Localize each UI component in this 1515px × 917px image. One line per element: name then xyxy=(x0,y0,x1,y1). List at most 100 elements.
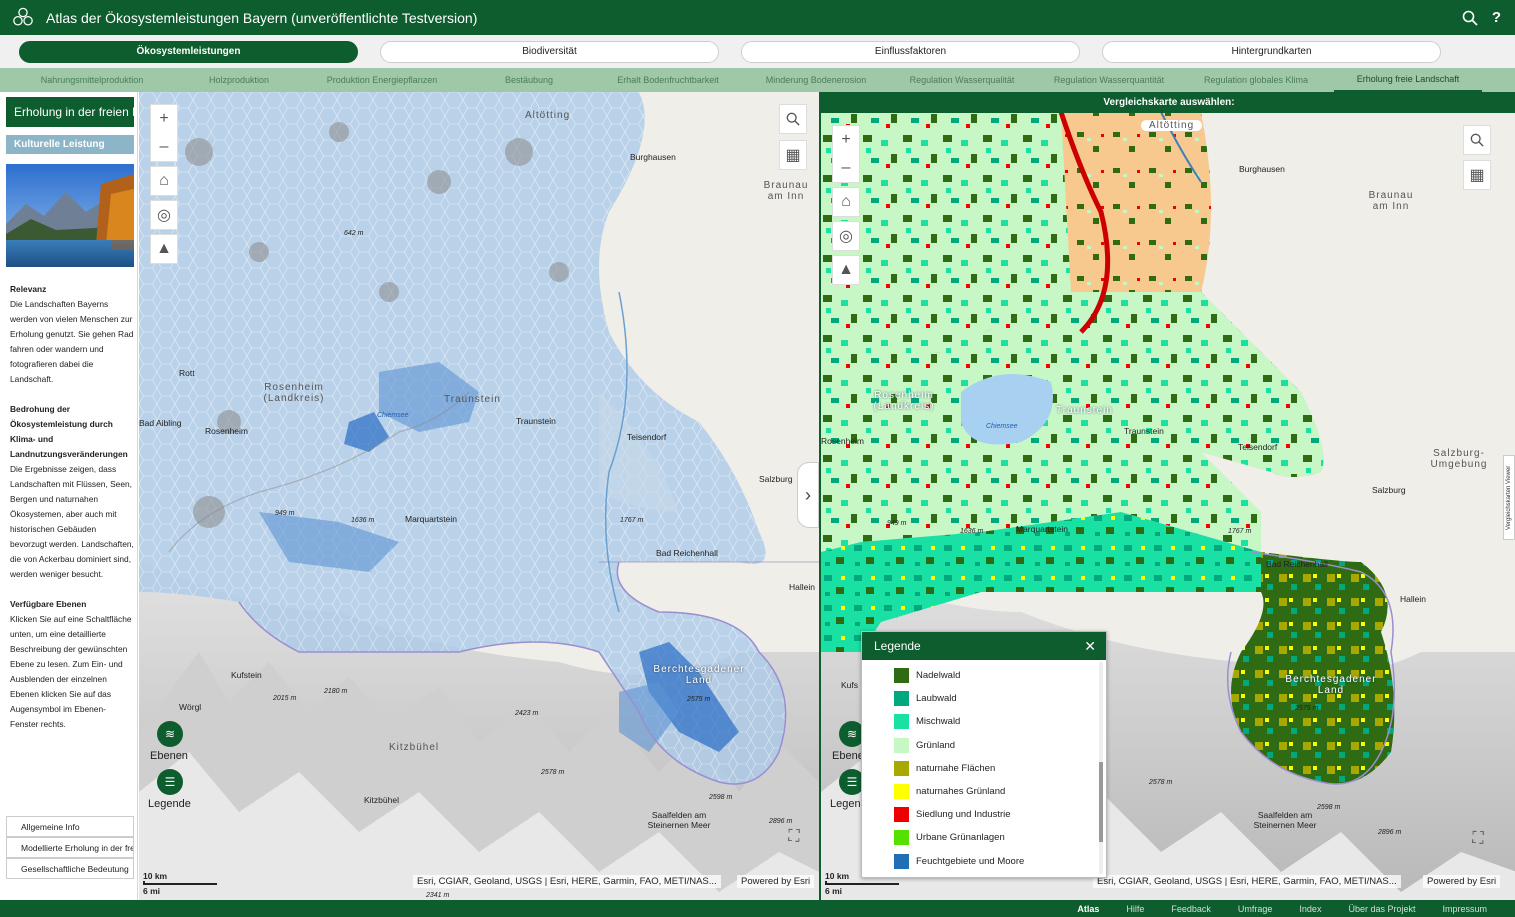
legend-item: Nadelwald xyxy=(862,664,1106,687)
r-scale-mi: 6 mi xyxy=(825,886,843,896)
relevance-heading: Relevanz xyxy=(10,284,47,294)
fullscreen-icon[interactable]: ⛶ xyxy=(782,825,806,849)
legend-item: naturnahe Flächen xyxy=(862,757,1106,780)
subtab-wasserqualitaet[interactable]: Regulation Wasserqualität xyxy=(884,68,1040,92)
legend-scroll-thumb[interactable] xyxy=(1099,762,1103,842)
threat-text: Die Ergebnisse zeigen, dass Landschaften… xyxy=(10,464,134,579)
footer-index[interactable]: Index xyxy=(1299,904,1321,914)
compare-viewer-handle[interactable]: Vergleichskarten Viewer xyxy=(1503,455,1515,540)
subtab-bestaeubung[interactable]: Bestäubung xyxy=(470,68,588,92)
elev-642: 642 m xyxy=(344,230,364,237)
r-place-marquartstein: Marquartstein xyxy=(1016,524,1068,534)
link-allgemeine-info[interactable]: Allgemeine Info xyxy=(6,816,134,837)
place-chiemsee: Chiemsee xyxy=(377,412,409,419)
r-layers-label: Ebene xyxy=(832,750,864,762)
split-toggle-button[interactable]: › xyxy=(797,462,819,528)
r-home-icon[interactable]: ⌂ xyxy=(832,188,860,216)
home-icon[interactable]: ⌂ xyxy=(150,167,178,195)
footer-hilfe[interactable]: Hilfe xyxy=(1126,904,1144,914)
r-zoom-out-icon[interactable]: – xyxy=(832,154,860,182)
layers-label: Ebenen xyxy=(150,750,188,762)
tab-oekosystemleistungen[interactable]: Ökosystemleistungen xyxy=(19,40,358,63)
left-map-canvas xyxy=(139,92,819,900)
place-saalfelden: Saalfelden am Steinernen Meer xyxy=(647,810,711,830)
legend-button[interactable]: ☰ xyxy=(157,769,183,795)
place-rosenheim-landkreis: Rosenheim (Landkreis) xyxy=(263,382,325,404)
legend-item-label: Siedlung und Industrie xyxy=(916,809,1011,821)
app-header: Atlas der Ökosystemleistungen Bayern (un… xyxy=(0,0,1515,35)
r-fullscreen-icon[interactable]: ⛶ xyxy=(1466,827,1490,851)
subtab-wasserquantitaet[interactable]: Regulation Wasserquantität xyxy=(1040,68,1178,92)
place-kitzbuehel: Kitzbühel xyxy=(364,795,399,805)
footer-impressum[interactable]: Impressum xyxy=(1442,904,1487,914)
search-icon[interactable] xyxy=(1462,10,1478,26)
r-place-salzburg: Salzburg xyxy=(1372,485,1406,495)
place-salzburg: Salzburg xyxy=(759,474,793,484)
r-place-altoetting: Altötting xyxy=(1141,120,1203,131)
place-traunstein: Traunstein xyxy=(516,416,556,426)
map-search-icon[interactable] xyxy=(779,105,807,133)
legend-item-label: Urbane Grünanlagen xyxy=(916,832,1005,844)
r-search-control xyxy=(1463,125,1491,155)
r-layers-icon: ≋ xyxy=(846,727,858,741)
elev-2575: 2575 m xyxy=(687,696,711,703)
r-place-kufstein: Kufs xyxy=(841,680,859,690)
r-place-landkreis: Rosenheim (Landkreis) xyxy=(873,390,935,412)
landscape-photo xyxy=(6,164,134,267)
footer-feedback[interactable]: Feedback xyxy=(1171,904,1211,914)
subtab-bodenerosion[interactable]: Minderung Bodenerosion xyxy=(748,68,884,92)
elev-2896: 2896 m xyxy=(769,818,793,825)
subtab-nahrungsmittel[interactable]: Nahrungsmittelproduktion xyxy=(0,68,184,92)
legend-swatch xyxy=(894,760,909,776)
subtab-globales-klima[interactable]: Regulation globales Klima xyxy=(1178,68,1334,92)
r-place-salzburg-umgebung: Salzburg-Umgebung xyxy=(1430,448,1488,470)
elev-2180: 2180 m xyxy=(324,688,348,695)
place-bad-aibling: Bad Aibling xyxy=(139,418,182,428)
r-fullscreen-control: ⛶ xyxy=(1466,827,1490,851)
footer-ueber-das-projekt[interactable]: Über das Projekt xyxy=(1348,904,1415,914)
subtab-erholung[interactable]: Erholung freie Landschaft xyxy=(1334,68,1482,92)
legend-item: Mischwald xyxy=(862,710,1106,733)
map-left[interactable]: Rott Bad Aibling Rosenheim Rosenheim (La… xyxy=(139,92,819,900)
zoom-in-icon[interactable]: + xyxy=(150,105,178,133)
footer-umfrage[interactable]: Umfrage xyxy=(1238,904,1273,914)
r-compass-icon[interactable]: ▲ xyxy=(832,256,860,284)
locate-icon[interactable]: ◎ xyxy=(150,201,178,229)
place-burghausen: Burghausen xyxy=(630,152,676,162)
legend-swatch xyxy=(894,737,909,753)
r-locate-icon[interactable]: ◎ xyxy=(832,222,860,250)
compare-map-select[interactable]: Vergleichskarte auswählen: xyxy=(821,92,1515,113)
basemap-control: ▦ xyxy=(779,140,807,170)
subtab-holz[interactable]: Holzproduktion xyxy=(184,68,294,92)
r-map-search-icon[interactable] xyxy=(1463,126,1491,154)
r-map-attribution: Esri, CGIAR, Geoland, USGS | Esri, HERE,… xyxy=(1093,875,1401,888)
zoom-out-icon[interactable]: – xyxy=(150,133,178,161)
compass-control: ▲ xyxy=(150,234,178,264)
tab-einflussfaktoren[interactable]: Einflussfaktoren xyxy=(741,40,1080,63)
r-basemap-control: ▦ xyxy=(1463,160,1491,190)
footer-atlas[interactable]: Atlas xyxy=(1077,904,1099,914)
r-elev-1636: 1636 m xyxy=(960,528,984,535)
link-modellierte-erholung[interactable]: Modellierte Erholung in der freien Lands… xyxy=(6,837,134,858)
r-place-teisendorf: Teisendorf xyxy=(1238,442,1278,452)
close-icon[interactable]: ✕ xyxy=(1084,638,1096,655)
layers-button[interactable]: ≋ xyxy=(157,721,183,747)
help-icon[interactable]: ? xyxy=(1492,9,1501,26)
fullscreen-control: ⛶ xyxy=(782,825,806,849)
r-basemap-gallery-icon[interactable]: ▦ xyxy=(1463,161,1491,189)
place-altoetting: Altötting xyxy=(525,110,571,121)
r-place-braunau: Braunau am Inn xyxy=(1368,190,1414,212)
subtab-bodenfruchtbarkeit[interactable]: Erhalt Bodenfruchtbarkeit xyxy=(588,68,748,92)
tab-biodiversitaet[interactable]: Biodiversität xyxy=(380,40,719,63)
map-attribution: Esri, CGIAR, Geoland, USGS | Esri, HERE,… xyxy=(413,875,721,888)
subtab-energiepflanzen[interactable]: Produktion Energiepflanzen xyxy=(294,68,470,92)
scale-mi: 6 mi xyxy=(143,886,161,896)
tab-hintergrundkarten[interactable]: Hintergrundkarten xyxy=(1102,40,1441,63)
basemap-gallery-icon[interactable]: ▦ xyxy=(779,141,807,169)
legend-item-label: Feuchtgebiete und Moore xyxy=(916,855,1025,867)
r-zoom-in-icon[interactable]: + xyxy=(832,126,860,154)
r-elev-2578: 2578 m xyxy=(1149,779,1173,786)
compass-icon[interactable]: ▲ xyxy=(150,235,178,263)
link-gesellschaftliche-bedeutung[interactable]: Gesellschaftliche Bedeutung xyxy=(6,858,134,879)
scale-km: 10 km xyxy=(143,871,168,881)
